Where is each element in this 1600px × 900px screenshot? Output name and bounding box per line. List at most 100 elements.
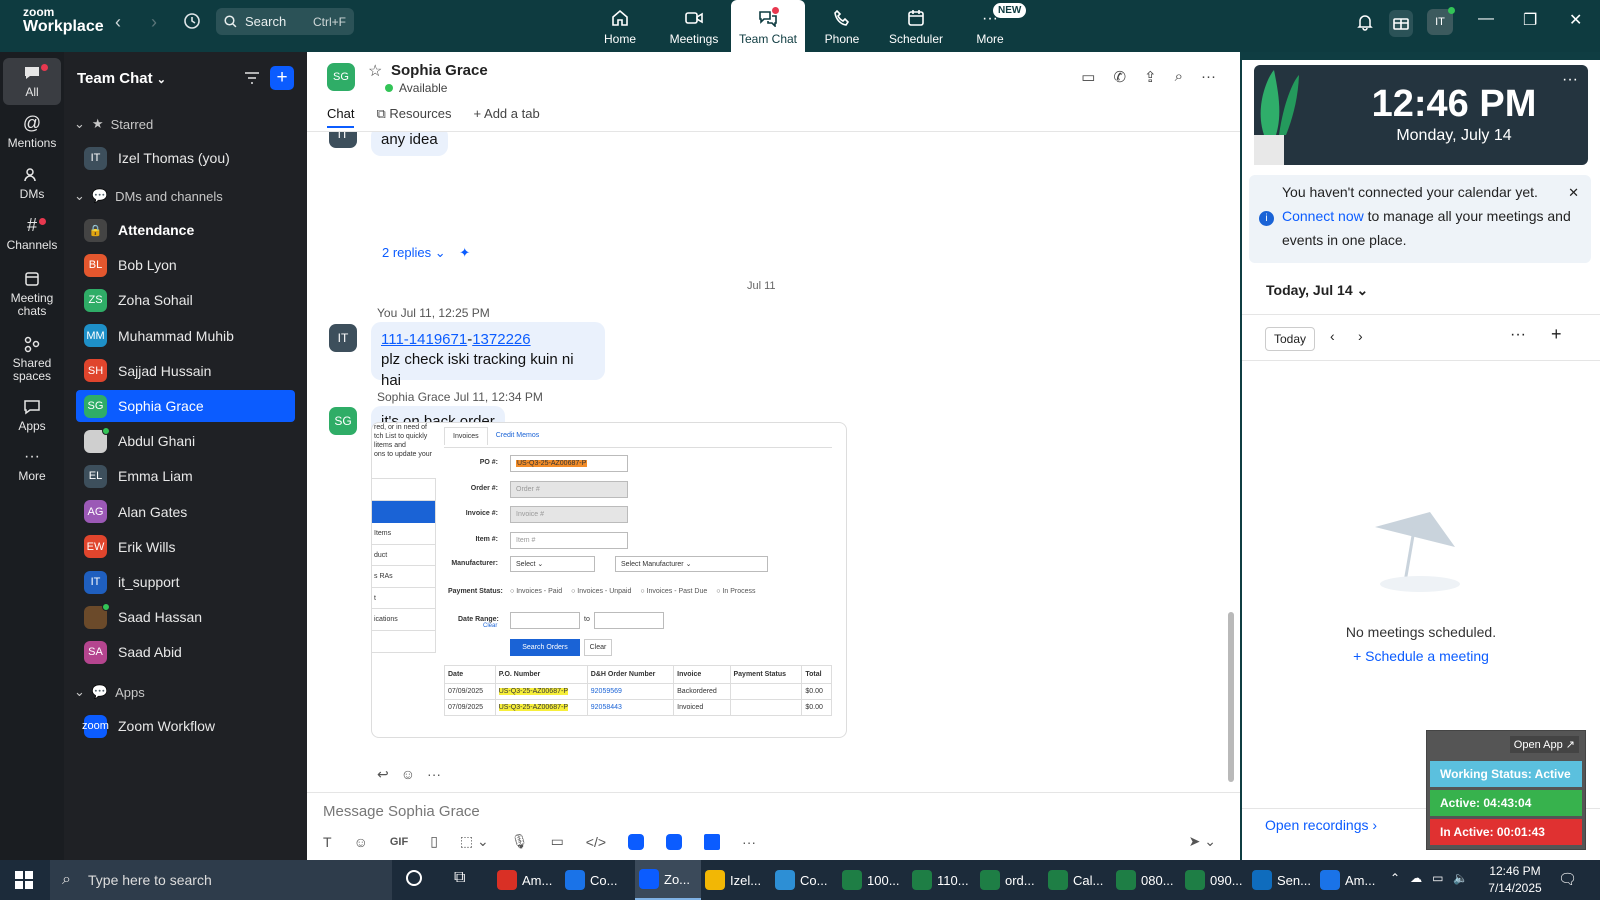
code-icon[interactable]: </> xyxy=(586,834,606,850)
more-tools-icon[interactable]: ··· xyxy=(742,834,756,850)
system-clock[interactable]: 12:46 PM 7/14/2025 xyxy=(1480,863,1550,897)
sidebar-item[interactable]: zoom Zoom Workflow xyxy=(76,710,295,742)
more-actions-icon[interactable]: ··· xyxy=(427,766,441,783)
rail-mentions[interactable]: @ Mentions xyxy=(3,113,61,150)
file-icon[interactable]: ▯ xyxy=(430,833,438,850)
open-recordings-link[interactable]: Open recordings › xyxy=(1265,817,1377,833)
message-avatar[interactable]: SG xyxy=(329,407,357,435)
search-icon[interactable]: ⌕ xyxy=(1175,68,1183,86)
tab-add[interactable]: + Add a tab xyxy=(474,106,540,128)
taskbar-app[interactable]: Co... xyxy=(775,860,839,900)
taskbar-app[interactable]: ord... xyxy=(980,860,1044,900)
sidebar-item[interactable]: SG Sophia Grace xyxy=(76,390,295,422)
forward-arrow-icon[interactable]: › xyxy=(151,12,157,33)
sidebar-title[interactable]: Team Chat ⌄ xyxy=(77,70,166,87)
gif-icon[interactable]: GIF xyxy=(390,836,408,848)
sidebar-item[interactable]: Abdul Ghani xyxy=(76,425,295,457)
filter-icon[interactable] xyxy=(243,70,261,89)
taskbar-app[interactable]: Co... xyxy=(565,860,629,900)
tab-chat[interactable]: Chat xyxy=(327,106,355,128)
emoji-icon[interactable]: ☺ xyxy=(354,834,368,850)
close-icon[interactable]: ✕ xyxy=(1568,181,1579,205)
image-attachment[interactable]: red, or in need of tch List to quickly lit… xyxy=(371,422,847,738)
prev-day-icon[interactable]: ‹ xyxy=(1330,328,1335,344)
phone-call-icon[interactable]: ✆ xyxy=(1113,68,1126,86)
taskbar-app[interactable]: Zo... xyxy=(635,860,701,900)
open-app-button[interactable]: Open App ↗ xyxy=(1509,736,1579,753)
sidebar-item[interactable]: SA Saad Abid xyxy=(76,636,295,668)
more-options-icon[interactable]: ··· xyxy=(1201,68,1216,86)
format-text-icon[interactable]: T xyxy=(323,834,332,850)
volume-icon[interactable]: 🔈 xyxy=(1453,871,1468,885)
app-icon-1[interactable] xyxy=(628,833,645,850)
tab-more[interactable]: NEW ··· More xyxy=(953,0,1027,52)
screenshot-icon[interactable]: ⬚ ⌄ xyxy=(460,833,489,850)
taskbar-app[interactable]: Am... xyxy=(497,860,561,900)
contact-avatar[interactable]: SG xyxy=(327,63,355,91)
tab-scheduler[interactable]: Scheduler xyxy=(879,0,953,52)
sidebar-item[interactable]: BL Bob Lyon xyxy=(76,249,295,281)
taskbar-app[interactable]: Am... xyxy=(1320,860,1384,900)
network-icon[interactable]: ▭ xyxy=(1432,871,1443,885)
tab-meetings[interactable]: Meetings xyxy=(657,0,731,52)
scrollbar[interactable] xyxy=(1228,612,1234,782)
send-icon[interactable]: ➤ ⌄ xyxy=(1189,833,1216,850)
today-button[interactable]: Today xyxy=(1265,327,1315,351)
user-avatar[interactable]: IT xyxy=(1427,7,1455,35)
tab-home[interactable]: Home xyxy=(583,0,657,52)
order-link[interactable]: 111-1419671 xyxy=(381,331,467,348)
contact-name[interactable]: Sophia Grace xyxy=(391,62,488,79)
order-link[interactable]: 1372226 xyxy=(472,331,530,348)
cortana-icon[interactable] xyxy=(406,870,422,886)
rail-shared-spaces[interactable]: Shared spaces xyxy=(3,335,61,383)
rail-more[interactable]: ··· More xyxy=(3,448,61,483)
close-icon[interactable]: ✕ xyxy=(1569,10,1582,30)
schedule-meeting-link[interactable]: + Schedule a meeting xyxy=(1242,648,1600,664)
message-avatar[interactable]: IT xyxy=(329,132,357,148)
minimize-icon[interactable]: — xyxy=(1478,10,1494,28)
sidebar-item[interactable]: IT it_support xyxy=(76,566,295,598)
sidebar-item[interactable]: EL Emma Liam xyxy=(76,460,295,492)
taskbar-app[interactable]: Izel... xyxy=(705,860,769,900)
taskbar-app[interactable]: Sen... xyxy=(1252,860,1316,900)
tab-team-chat[interactable]: Team Chat xyxy=(731,0,805,52)
section-starred[interactable]: ⌄ ★ Starred xyxy=(74,116,153,132)
add-chat-button[interactable]: + xyxy=(270,66,294,90)
gift-icon[interactable] xyxy=(1389,10,1413,37)
sidebar-item[interactable]: ZS Zoha Sohail xyxy=(76,284,295,316)
emoji-react-icon[interactable]: ☺ xyxy=(401,766,415,783)
taskbar-app[interactable]: 080... xyxy=(1116,860,1180,900)
notifications-icon[interactable]: 🗨 xyxy=(1558,870,1577,888)
sidebar-item[interactable]: EW Erik Wills xyxy=(76,531,295,563)
section-dms[interactable]: ⌄ 💬 DMs and channels xyxy=(74,188,223,204)
sidebar-item[interactable]: Saad Hassan xyxy=(76,601,295,633)
rail-dms[interactable]: DMs xyxy=(3,166,61,201)
more-options-icon[interactable]: ··· xyxy=(1562,71,1578,89)
taskbar-search[interactable]: ⌕ Type here to search xyxy=(50,860,392,900)
taskbar-app[interactable]: 090... xyxy=(1185,860,1249,900)
app-icon-3[interactable] xyxy=(704,833,721,850)
bell-icon[interactable] xyxy=(1356,13,1374,34)
task-view-icon[interactable]: ⧉ xyxy=(454,869,465,887)
taskbar-app[interactable]: Cal... xyxy=(1048,860,1112,900)
sidebar-item[interactable]: SH Sajjad Hussain xyxy=(76,355,295,387)
rail-all[interactable]: All xyxy=(3,58,61,106)
rail-channels[interactable]: # Channels xyxy=(3,215,61,252)
sidebar-item[interactable]: AG Alan Gates xyxy=(76,496,295,528)
tab-phone[interactable]: Phone xyxy=(805,0,879,52)
tray-chevron-icon[interactable]: ⌃ xyxy=(1390,871,1400,885)
microphone-icon[interactable]: 🎙 xyxy=(511,833,529,850)
replies-link[interactable]: 2 replies ⌄ ✦ xyxy=(382,245,470,261)
history-icon[interactable] xyxy=(183,12,201,33)
section-apps[interactable]: ⌄ 💬 Apps xyxy=(74,684,145,700)
next-day-icon[interactable]: › xyxy=(1358,328,1363,344)
message-avatar[interactable]: IT xyxy=(329,324,357,352)
windows-start-icon[interactable] xyxy=(15,871,33,892)
today-header[interactable]: Today, Jul 14 ⌄ xyxy=(1266,282,1368,299)
star-outline-icon[interactable]: ☆ xyxy=(368,61,382,81)
tab-resources[interactable]: ⧉ Resources xyxy=(376,106,451,128)
video-message-icon[interactable]: ▭ xyxy=(551,833,564,850)
rail-meeting-chats[interactable]: Meeting chats xyxy=(3,270,61,318)
onedrive-icon[interactable]: ☁ xyxy=(1410,871,1422,885)
back-arrow-icon[interactable]: ‹ xyxy=(115,12,121,33)
